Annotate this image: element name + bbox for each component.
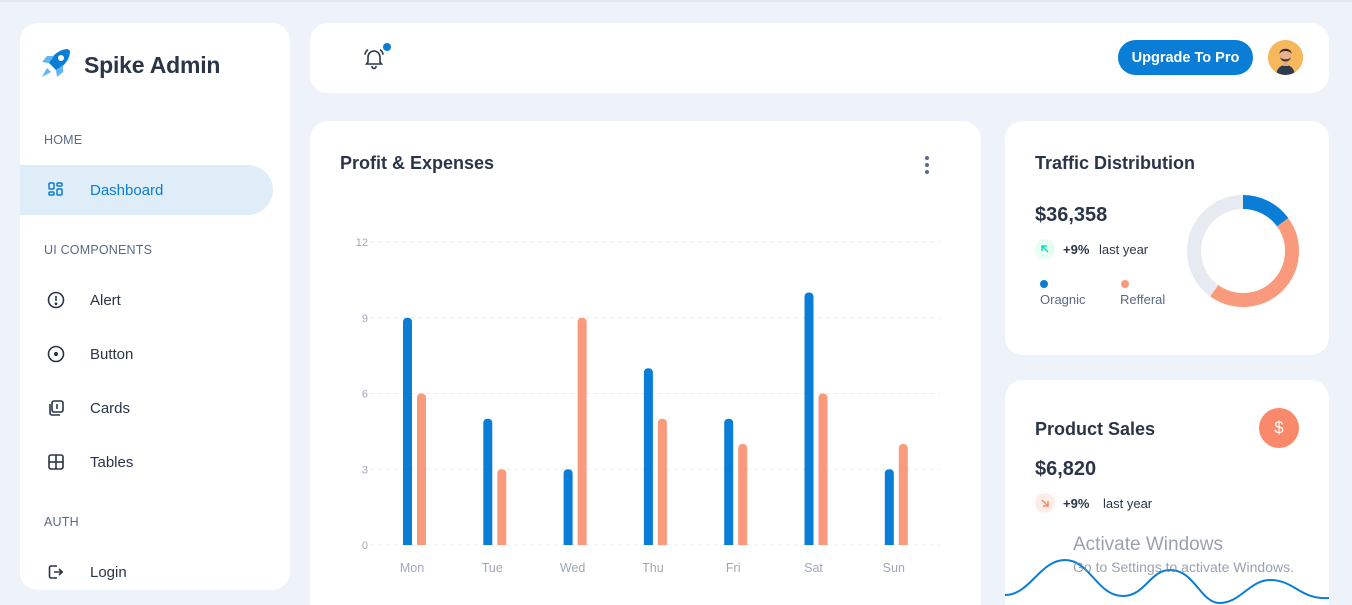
sales-trend-percent: +9%	[1063, 496, 1090, 511]
x-tick-label: Sun	[883, 561, 905, 575]
top-header: Upgrade To Pro	[310, 23, 1329, 93]
legend-label-referral: Refferal	[1120, 292, 1166, 307]
sidebar-item-dashboard[interactable]: Dashboard	[20, 165, 273, 215]
bar-series-2	[898, 444, 908, 545]
donut-segment-3	[1187, 195, 1244, 297]
legend-dot-organic	[1040, 280, 1048, 288]
x-tick-label: Tue	[482, 561, 503, 575]
nav-section-auth: AUTH	[44, 515, 79, 529]
arrow-up-left-icon	[1035, 239, 1055, 259]
traffic-donut-chart	[1187, 195, 1299, 307]
y-tick-label: 12	[356, 237, 368, 249]
traffic-trend-percent: +9%	[1063, 242, 1090, 257]
profit-expenses-card: Profit & Expenses 0 3 6 9 12 Mon Tue Wed Thu Fri S…	[310, 121, 981, 605]
brand[interactable]: Spike Admin	[38, 45, 220, 86]
bar-series-2	[657, 418, 667, 545]
bar-series-2	[577, 317, 587, 545]
sidebar-item-label: Alert	[90, 291, 121, 309]
legend-label-organic: Oragnic	[1040, 292, 1086, 307]
bar-series-1	[483, 418, 493, 545]
activate-windows-title: Activate Windows	[1073, 534, 1223, 555]
bar-series-1	[563, 469, 573, 545]
sidebar-item-login[interactable]: Login	[20, 547, 273, 590]
sidebar-item-alert[interactable]: Alert	[20, 275, 273, 325]
circle-dot-icon	[46, 344, 66, 364]
cards-icon	[46, 398, 66, 418]
card-title: Product Sales	[1035, 419, 1156, 439]
sidebar-item-label: Dashboard	[90, 181, 164, 199]
alert-circle-icon	[46, 290, 66, 310]
bar-series-2	[417, 393, 426, 545]
nav-section-home: HOME	[44, 133, 83, 147]
bar-series-1	[804, 292, 814, 545]
bar-series-1	[643, 368, 653, 545]
notification-badge	[383, 43, 391, 51]
y-tick-label: 0	[362, 540, 368, 552]
bar-series-1	[884, 469, 894, 545]
sidebar: Spike Admin HOME Dashboard UI COMPONENTS…	[20, 23, 290, 590]
donut-segment-2	[1210, 218, 1299, 307]
sidebar-item-label: Tables	[90, 453, 134, 471]
nav-section-ui-components: UI COMPONENTS	[44, 243, 153, 257]
x-tick-label: Fri	[726, 561, 741, 575]
x-tick-label: Wed	[560, 561, 586, 575]
dollar-icon[interactable]: $	[1259, 408, 1299, 448]
sidebar-item-label: Button	[90, 345, 134, 363]
rocket-icon	[38, 45, 74, 86]
sidebar-item-label: Login	[90, 563, 127, 581]
bar-series-2	[738, 444, 748, 545]
window-top-border	[0, 0, 1352, 2]
upgrade-to-pro-button[interactable]: Upgrade To Pro	[1118, 40, 1253, 75]
donut-segment-1	[1242, 195, 1289, 227]
brand-name: Spike Admin	[84, 52, 221, 78]
sales-trend-text: last year	[1103, 496, 1153, 511]
bar-series-2	[818, 393, 828, 545]
traffic-trend-text: last year	[1099, 242, 1149, 257]
card-title: Traffic Distribution	[1035, 153, 1196, 173]
sidebar-item-button[interactable]: Button	[20, 329, 273, 379]
x-tick-label: Sat	[804, 561, 823, 575]
sidebar-item-label: Cards	[90, 399, 131, 417]
bar-series-1	[724, 418, 734, 545]
dashboard-icon	[46, 180, 66, 200]
legend-dot-referral	[1121, 280, 1129, 288]
y-tick-label: 6	[362, 389, 368, 401]
profit-expenses-chart: 0 3 6 9 12 Mon Tue Wed Thu Fri Sat Sun	[356, 237, 940, 575]
dollar-symbol: $	[1274, 418, 1284, 437]
y-tick-label: 9	[362, 313, 368, 325]
sidebar-item-cards[interactable]: Cards	[20, 383, 273, 433]
traffic-distribution-card: Traffic Distribution $36,358 +9% last ye…	[1005, 121, 1329, 355]
bell-icon[interactable]	[362, 46, 386, 70]
traffic-amount: $36,358	[1035, 204, 1108, 226]
x-tick-label: Thu	[642, 561, 664, 575]
user-avatar[interactable]	[1268, 40, 1303, 75]
table-icon	[46, 452, 66, 472]
login-icon	[46, 562, 66, 582]
sales-amount: $6,820	[1035, 458, 1097, 480]
sidebar-item-tables[interactable]: Tables	[20, 437, 273, 487]
x-tick-label: Mon	[400, 561, 424, 575]
bar-series-1	[403, 317, 412, 545]
activate-windows-subtitle: Go to Settings to activate Windows.	[1073, 559, 1294, 575]
bar-series-2	[497, 469, 507, 545]
arrow-down-right-icon	[1035, 493, 1055, 513]
y-tick-label: 3	[362, 464, 368, 476]
